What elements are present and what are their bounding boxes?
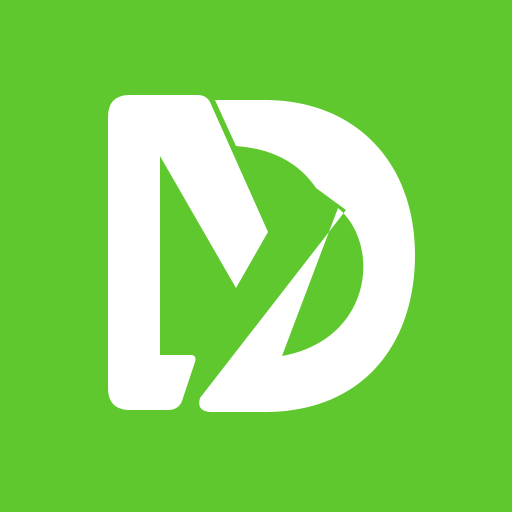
md-monogram-logo-icon (0, 0, 512, 512)
app-icon (0, 0, 512, 512)
icon-background (0, 0, 512, 512)
